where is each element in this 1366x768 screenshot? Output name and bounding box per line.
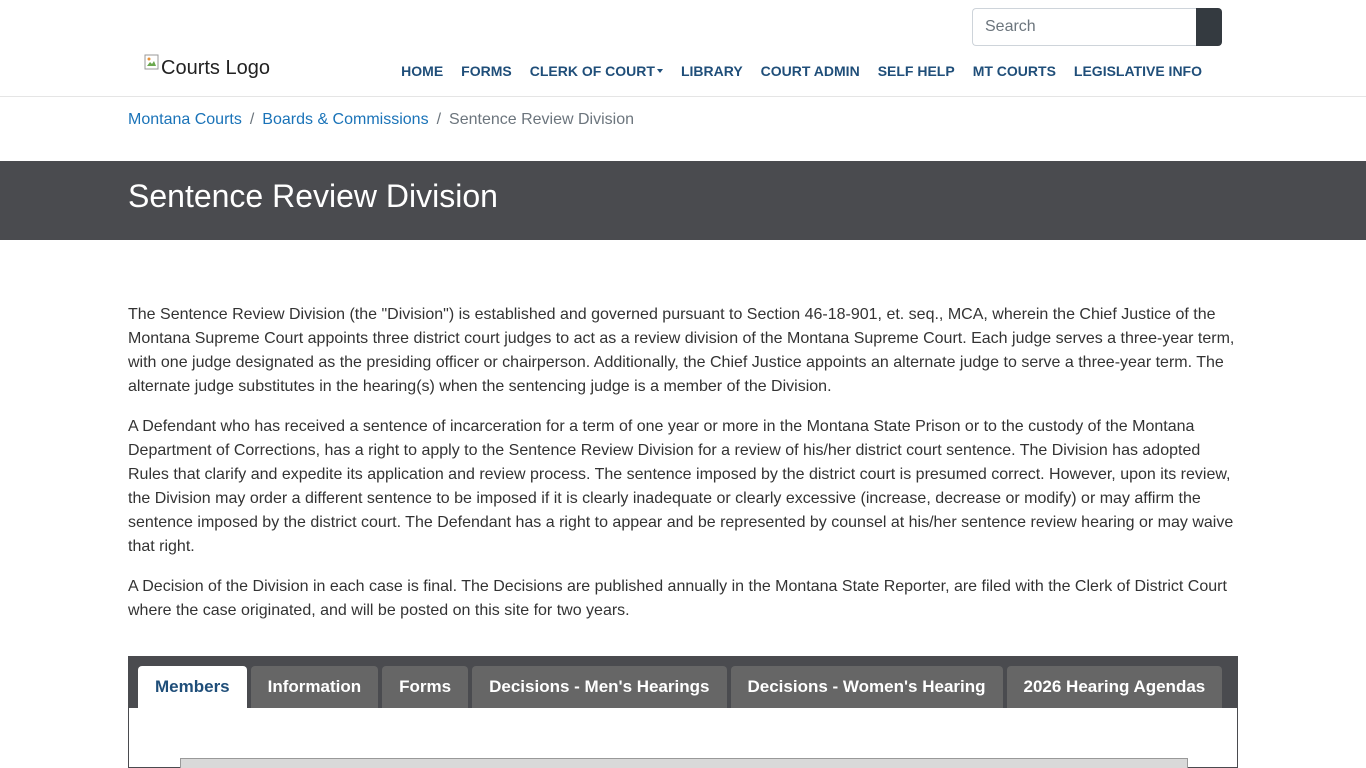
page-title: Sentence Review Division [128, 178, 498, 214]
tab-panel: Members Information Forms Decisions - Me… [128, 656, 1238, 768]
search-input[interactable] [972, 8, 1197, 46]
tab-forms[interactable]: Forms [382, 666, 469, 708]
nav-home[interactable]: HOME [392, 60, 452, 82]
breadcrumb-current: Sentence Review Division [449, 111, 635, 128]
tab-decisions-womens-hearing[interactable]: Decisions - Women's Hearing [730, 666, 1003, 708]
courts-logo[interactable]: Courts Logo [144, 53, 270, 83]
breadcrumb-montana-courts[interactable]: Montana Courts [128, 109, 242, 131]
nav-clerk-of-court-label: CLERK OF COURT [529, 63, 655, 79]
nav-court-admin[interactable]: COURT ADMIN [752, 60, 869, 82]
broken-image-icon [144, 54, 159, 70]
breadcrumb: Montana Courts / Boards & Commissions / … [128, 109, 634, 131]
tab-list: Members Information Forms Decisions - Me… [138, 666, 1226, 708]
tab-hearing-agendas[interactable]: 2026 Hearing Agendas [1006, 666, 1223, 708]
intro-paragraph: The Sentence Review Division (the "Divis… [128, 306, 1235, 395]
tab-bar: Members Information Forms Decisions - Me… [128, 656, 1238, 708]
decision-paragraph: A Decision of the Division in each case … [128, 578, 1227, 619]
nav-clerk-of-court[interactable]: CLERK OF COURT [521, 60, 672, 82]
breadcrumb-separator: / [436, 111, 442, 128]
tab-decisions-mens-hearings[interactable]: Decisions - Men's Hearings [472, 666, 727, 708]
tab-information[interactable]: Information [250, 666, 379, 708]
main-content: The Sentence Review Division (the "Divis… [128, 303, 1236, 639]
breadcrumb-boards-commissions[interactable]: Boards & Commissions [262, 109, 428, 131]
tab-content-members [128, 708, 1238, 768]
nav-self-help[interactable]: SELF HELP [869, 60, 964, 82]
nav-library[interactable]: LIBRARY [672, 60, 752, 82]
search-form [972, 8, 1222, 46]
nav-legislative-info[interactable]: LEGISLATIVE INFO [1065, 60, 1212, 82]
logo-alt-text: Courts Logo [161, 56, 270, 79]
nav-forms[interactable]: FORMS [452, 60, 521, 82]
tab-members[interactable]: Members [138, 666, 247, 708]
members-table [180, 758, 1188, 768]
site-header: Courts Logo HOME FORMS CLERK OF COURT LI… [0, 0, 1366, 97]
search-button[interactable] [1196, 8, 1222, 46]
defendant-paragraph: A Defendant who has received a sentence … [128, 418, 1234, 555]
nav-mt-courts[interactable]: MT COURTS [964, 60, 1065, 82]
breadcrumb-separator: / [249, 111, 255, 128]
caret-down-icon [656, 69, 663, 74]
main-nav: HOME FORMS CLERK OF COURT LIBRARY COURT … [392, 60, 1212, 82]
